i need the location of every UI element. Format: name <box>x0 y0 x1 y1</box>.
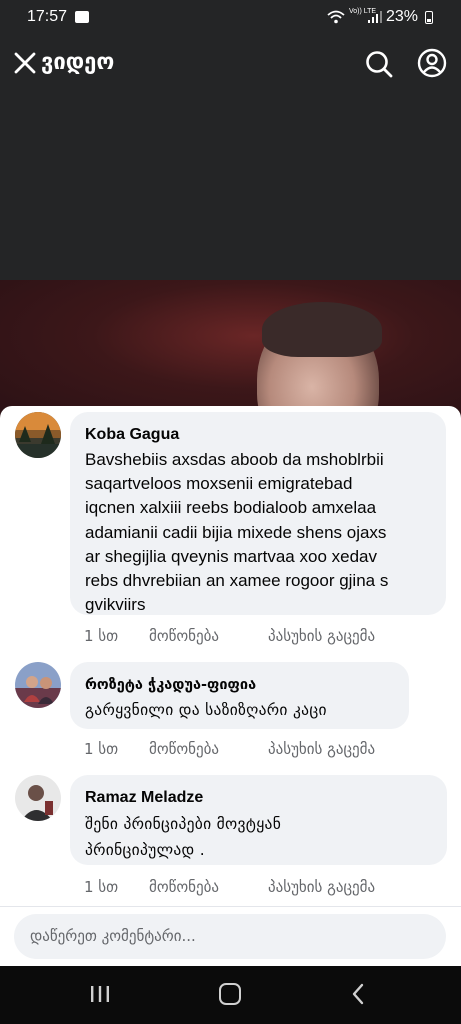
comment-author[interactable]: როზეტა ჭკადუა-ფიფია <box>85 675 394 695</box>
comment-input-placeholder: დაწერეთ კომენტარი... <box>30 927 196 945</box>
gallery-icon <box>75 11 89 23</box>
status-bar: 17:57 Vo)) LTE 23% <box>0 0 461 36</box>
avatar[interactable] <box>15 412 61 458</box>
reply-button[interactable]: პასუხის გაცემა <box>268 627 375 645</box>
avatar[interactable] <box>15 775 61 821</box>
avatar[interactable] <box>15 662 61 708</box>
comment-input[interactable]: დაწერეთ კომენტარი... <box>14 914 446 959</box>
comment-time: 1 სთ <box>84 878 119 896</box>
reply-button[interactable]: პასუხის გაცემა <box>268 740 375 758</box>
video-player[interactable] <box>0 280 461 420</box>
page-title: ვიდეო <box>41 50 115 75</box>
home-icon[interactable] <box>219 983 241 1005</box>
reply-button[interactable]: პასუხის გაცემა <box>268 878 375 896</box>
back-icon[interactable] <box>350 983 366 1005</box>
comment-bubble: Koba Gagua Bavshebiis axsdas aboob da ms… <box>70 412 446 615</box>
comment-text: Bavshebiis axsdas aboob da mshoblrbii sa… <box>85 450 389 615</box>
comment-bubble: როზეტა ჭკადუა-ფიფია გარყვნილი და საზიზღა… <box>70 662 409 729</box>
divider <box>0 906 461 907</box>
like-button[interactable]: მოწონება <box>149 627 219 645</box>
battery-level: 23% <box>386 8 419 25</box>
comment-time: 1 სთ <box>84 627 119 645</box>
like-button[interactable]: მოწონება <box>149 878 219 896</box>
video-frame-hair <box>262 302 382 357</box>
video-header: ვიდეო <box>0 36 461 280</box>
system-nav-bar <box>0 966 461 1024</box>
like-button[interactable]: მოწონება <box>149 740 219 758</box>
status-time: 17:57 <box>27 8 68 25</box>
comment-text: გარყვნილი და საზიზღარი კაცი <box>85 701 327 719</box>
recents-icon[interactable] <box>88 984 112 1004</box>
close-icon[interactable] <box>12 50 38 76</box>
comment-time: 1 სთ <box>84 740 119 758</box>
battery-icon <box>425 11 433 24</box>
comment-bubble: Ramaz Meladze შენი პრინციპები მოვტყან პრ… <box>70 775 447 865</box>
comments-panel: Koba Gagua Bavshebiis axsdas aboob da ms… <box>0 406 461 966</box>
comment-text: შენი პრინციპები მოვტყან პრინციპულად . <box>85 815 282 859</box>
signal-icon <box>368 11 382 23</box>
wifi-icon <box>327 10 345 24</box>
comment-author[interactable]: Ramaz Meladze <box>85 788 432 808</box>
search-icon[interactable] <box>365 50 393 78</box>
profile-icon[interactable] <box>417 48 447 78</box>
comment-author[interactable]: Koba Gagua <box>85 425 431 445</box>
